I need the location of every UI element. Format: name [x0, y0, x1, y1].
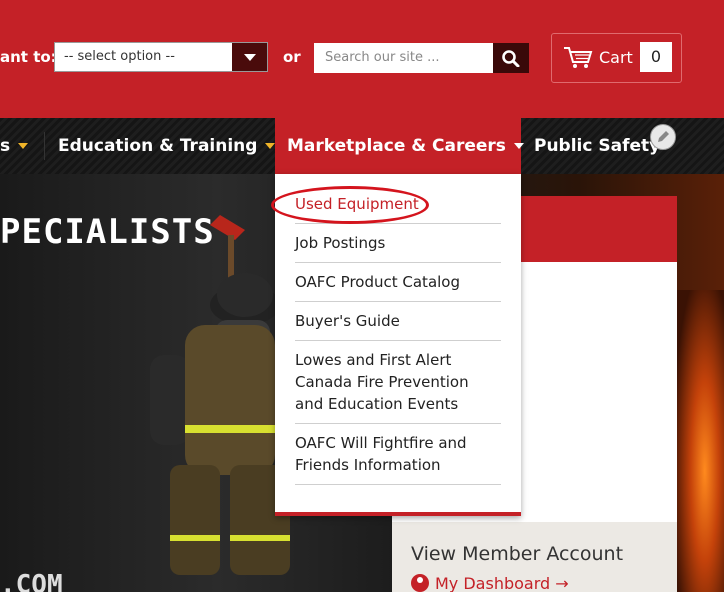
pencil-icon: [658, 131, 669, 142]
nav-item-marketplace-careers[interactable]: Marketplace & Careers: [275, 118, 524, 174]
select-value: -- select option --: [64, 49, 175, 64]
main-nav: s Education & Training Marketplace & Car…: [0, 118, 724, 174]
nav-item-label: s: [0, 136, 11, 156]
fire-background: [676, 290, 724, 592]
my-dashboard-link[interactable]: My Dashboard →: [411, 574, 569, 592]
chevron-down-icon[interactable]: [232, 43, 267, 71]
cart-count-badge: 0: [640, 42, 672, 72]
dropdown-item-product-catalog[interactable]: OAFC Product Catalog: [295, 271, 501, 302]
dropdown-item-job-postings[interactable]: Job Postings: [295, 232, 501, 263]
top-header: ant to: -- select option -- or Cart 0: [0, 0, 724, 118]
nav-item-partial[interactable]: s: [0, 118, 29, 174]
dropdown-item-buyers-guide[interactable]: Buyer's Guide: [295, 310, 501, 341]
chevron-down-icon: [265, 143, 276, 149]
cart-button[interactable]: Cart 0: [551, 33, 682, 83]
nav-item-public-safety[interactable]: Public Safety: [534, 118, 660, 174]
member-account-title: View Member Account: [411, 543, 624, 565]
nav-item-education-training[interactable]: Education & Training: [58, 118, 276, 174]
search-input[interactable]: [314, 43, 484, 71]
search-box: [314, 43, 494, 73]
jump-to-label: ant to:: [0, 48, 57, 66]
edit-icon[interactable]: [650, 124, 676, 150]
my-dashboard-label: My Dashboard →: [435, 574, 569, 592]
chevron-down-icon: [18, 143, 29, 149]
search-button[interactable]: [493, 43, 529, 73]
marketplace-dropdown: Used Equipment Job Postings OAFC Product…: [275, 174, 521, 516]
chevron-down-icon: [513, 143, 524, 149]
jump-to-select[interactable]: -- select option --: [54, 42, 268, 72]
user-icon: [411, 574, 429, 592]
highlight-circle-annotation: [271, 186, 429, 224]
nav-item-label: Public Safety: [534, 136, 661, 156]
cart-icon: [564, 47, 593, 68]
dropdown-item-fightfire-friends[interactable]: OAFC Will Fightfire and Friends Informat…: [295, 432, 501, 485]
cart-label: Cart: [599, 48, 633, 67]
hero-bottom-text: .COM: [0, 570, 63, 592]
dropdown-item-fire-prevention-events[interactable]: Lowes and First Alert Canada Fire Preven…: [295, 349, 501, 424]
or-label: or: [283, 48, 301, 66]
nav-divider: [44, 132, 45, 160]
search-icon: [502, 50, 520, 67]
nav-item-label: Education & Training: [58, 136, 258, 156]
nav-item-label: Marketplace & Careers: [287, 136, 506, 156]
